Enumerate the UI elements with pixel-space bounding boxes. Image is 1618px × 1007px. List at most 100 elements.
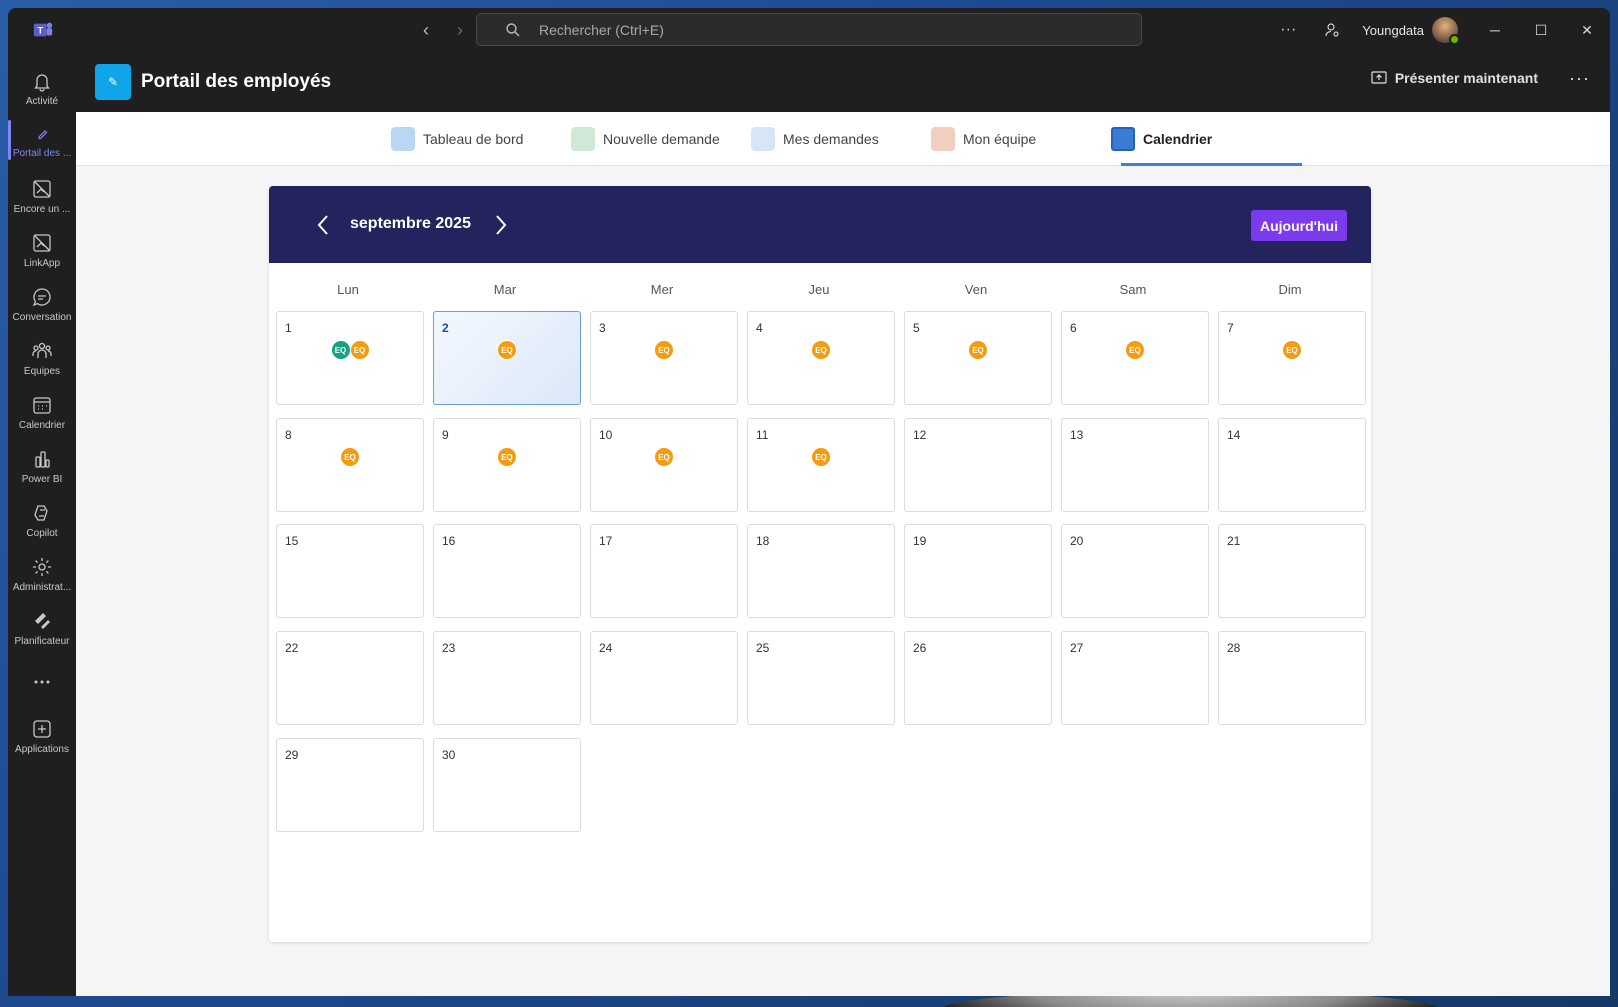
rail-item-5[interactable]: Équipes (8, 330, 76, 386)
search-input[interactable]: Rechercher (Ctrl+E) (476, 13, 1142, 46)
tab-1[interactable]: Nouvelle demande (571, 112, 720, 166)
calendar-day[interactable]: 5 EQ (904, 311, 1052, 405)
calendar-day[interactable]: 3 EQ (590, 311, 738, 405)
title-bar: T ‹ › Rechercher (Ctrl+E) ··· Youngdata … (8, 8, 1610, 52)
next-month-icon[interactable] (491, 213, 511, 237)
rail-item-10[interactable]: Planificateur (8, 600, 76, 656)
maximize-icon[interactable]: ☐ (1518, 8, 1564, 52)
calendar-day[interactable]: 13 (1061, 418, 1209, 512)
close-icon[interactable]: ✕ (1564, 8, 1610, 52)
rail-item-7[interactable]: Power BI (8, 438, 76, 494)
calendar-day[interactable]: 6 EQ (1061, 311, 1209, 405)
rail-item-label: Calendrier (18, 419, 66, 431)
calendar-day[interactable]: 25 (747, 631, 895, 725)
rail-item-6[interactable]: Calendrier (8, 384, 76, 440)
header-more-icon[interactable]: ··· (1569, 68, 1590, 89)
rail-item-4[interactable]: Conversation (8, 276, 76, 332)
forward-arrow-icon[interactable]: › (450, 20, 470, 40)
team-event-badge[interactable]: EQ (1282, 340, 1302, 360)
calendar-day[interactable]: 18 (747, 524, 895, 618)
team-event-badge[interactable]: EQ (349, 340, 370, 360)
weekday-header: Sam (1119, 282, 1147, 297)
calendar-day[interactable]: 7 EQ (1218, 311, 1366, 405)
calendar-header: septembre 2025 Aujourd'hui (269, 186, 1371, 263)
calendar-day[interactable]: 19 (904, 524, 1052, 618)
tab-2[interactable]: Mes demandes (751, 112, 879, 166)
calendar-day[interactable]: 27 (1061, 631, 1209, 725)
tab-3[interactable]: Mon équipe (931, 112, 1036, 166)
calendar-day[interactable]: 9 EQ (433, 418, 581, 512)
calendar-day[interactable]: 14 (1218, 418, 1366, 512)
pencil-icon (38, 129, 48, 139)
tab-0[interactable]: Tableau de bord (391, 112, 523, 166)
present-icon (1371, 71, 1387, 84)
bell-icon (34, 73, 50, 92)
calendar-day[interactable]: 21 (1218, 524, 1366, 618)
calendar-day[interactable]: 4 EQ (747, 311, 895, 405)
calendar-day[interactable]: 10 EQ (590, 418, 738, 512)
calendar-day[interactable]: 30 (433, 738, 581, 832)
rail-item-3[interactable]: LinkApp (8, 222, 76, 278)
rail-item-12[interactable]: Applications (8, 708, 76, 764)
calendar-day[interactable]: 29 (276, 738, 424, 832)
day-number: 8 (285, 428, 292, 442)
calendar-day[interactable]: 2 EQ (433, 311, 581, 405)
team-event-badge[interactable]: EQ (811, 447, 831, 467)
rail-item-1[interactable]: Portail des ... (8, 112, 76, 168)
teams-logo-icon[interactable]: T (32, 19, 54, 41)
calendar-day[interactable]: 20 (1061, 524, 1209, 618)
day-number: 18 (756, 534, 770, 548)
day-number: 19 (913, 534, 927, 548)
calendar-day[interactable]: 23 (433, 631, 581, 725)
rail-item-8[interactable]: Copilot (8, 492, 76, 548)
day-number: 11 (756, 428, 769, 442)
day-number: 13 (1070, 428, 1084, 442)
username[interactable]: Youngdata (1362, 23, 1424, 38)
calendar-day[interactable]: 28 (1218, 631, 1366, 725)
day-number: 22 (285, 641, 299, 655)
calendar-day[interactable]: 12 (904, 418, 1052, 512)
rail-item-9[interactable]: Administrat... (8, 546, 76, 602)
svg-text:T: T (37, 26, 43, 36)
rail-item-11[interactable] (8, 654, 76, 710)
more-options-icon[interactable]: ··· (1266, 8, 1310, 52)
calendar-card: septembre 2025 Aujourd'hui Lun Mar Mer Jeu V… (269, 186, 1371, 942)
calendar-day[interactable]: 16 (433, 524, 581, 618)
people-settings-icon[interactable] (1310, 8, 1354, 52)
avatar[interactable] (1432, 17, 1460, 45)
calendar-day[interactable]: 1 EQ EQ (276, 311, 424, 405)
calendar-month-label: septembre 2025 (350, 215, 471, 232)
team-event-badge[interactable]: EQ (968, 340, 988, 360)
calendar-day[interactable]: 15 (276, 524, 424, 618)
back-arrow-icon[interactable]: ‹ (416, 20, 436, 40)
day-number: 21 (1227, 534, 1241, 548)
calendar-day[interactable]: 17 (590, 524, 738, 618)
present-now-button[interactable]: Présenter maintenant (1371, 70, 1538, 86)
calendar-day[interactable]: 26 (904, 631, 1052, 725)
today-button[interactable]: Aujourd'hui (1251, 210, 1347, 241)
calendar-day[interactable]: 24 (590, 631, 738, 725)
team-event-badge[interactable]: EQ (654, 447, 674, 467)
rail-item-0[interactable]: Activité (8, 60, 76, 116)
team-event-badge[interactable]: EQ (497, 340, 517, 360)
team-event-badge[interactable]: EQ (340, 447, 360, 467)
rail-item-2[interactable]: Encore un ... (8, 168, 76, 224)
calendar-day[interactable]: 11 EQ (747, 418, 895, 512)
team-event-badge[interactable]: EQ (330, 340, 351, 360)
tab-4[interactable]: Calendrier (1111, 112, 1212, 166)
weekday-header: Mer (650, 282, 674, 297)
team-event-badge[interactable]: EQ (497, 447, 517, 467)
day-number: 5 (913, 321, 920, 335)
calendar-day[interactable]: 8 EQ (276, 418, 424, 512)
team-event-badge[interactable]: EQ (1125, 340, 1145, 360)
tab-label: Mes demandes (783, 131, 879, 147)
minimize-icon[interactable]: ─ (1472, 8, 1518, 52)
calendar-day[interactable]: 22 (276, 631, 424, 725)
day-number: 4 (756, 321, 763, 335)
previous-month-icon[interactable] (313, 213, 333, 237)
rail-item-label: Power BI (21, 473, 63, 485)
team-event-badge[interactable]: EQ (654, 340, 674, 360)
weekday-header: Jeu (808, 282, 830, 297)
day-number: 17 (599, 534, 613, 548)
team-event-badge[interactable]: EQ (811, 340, 831, 360)
